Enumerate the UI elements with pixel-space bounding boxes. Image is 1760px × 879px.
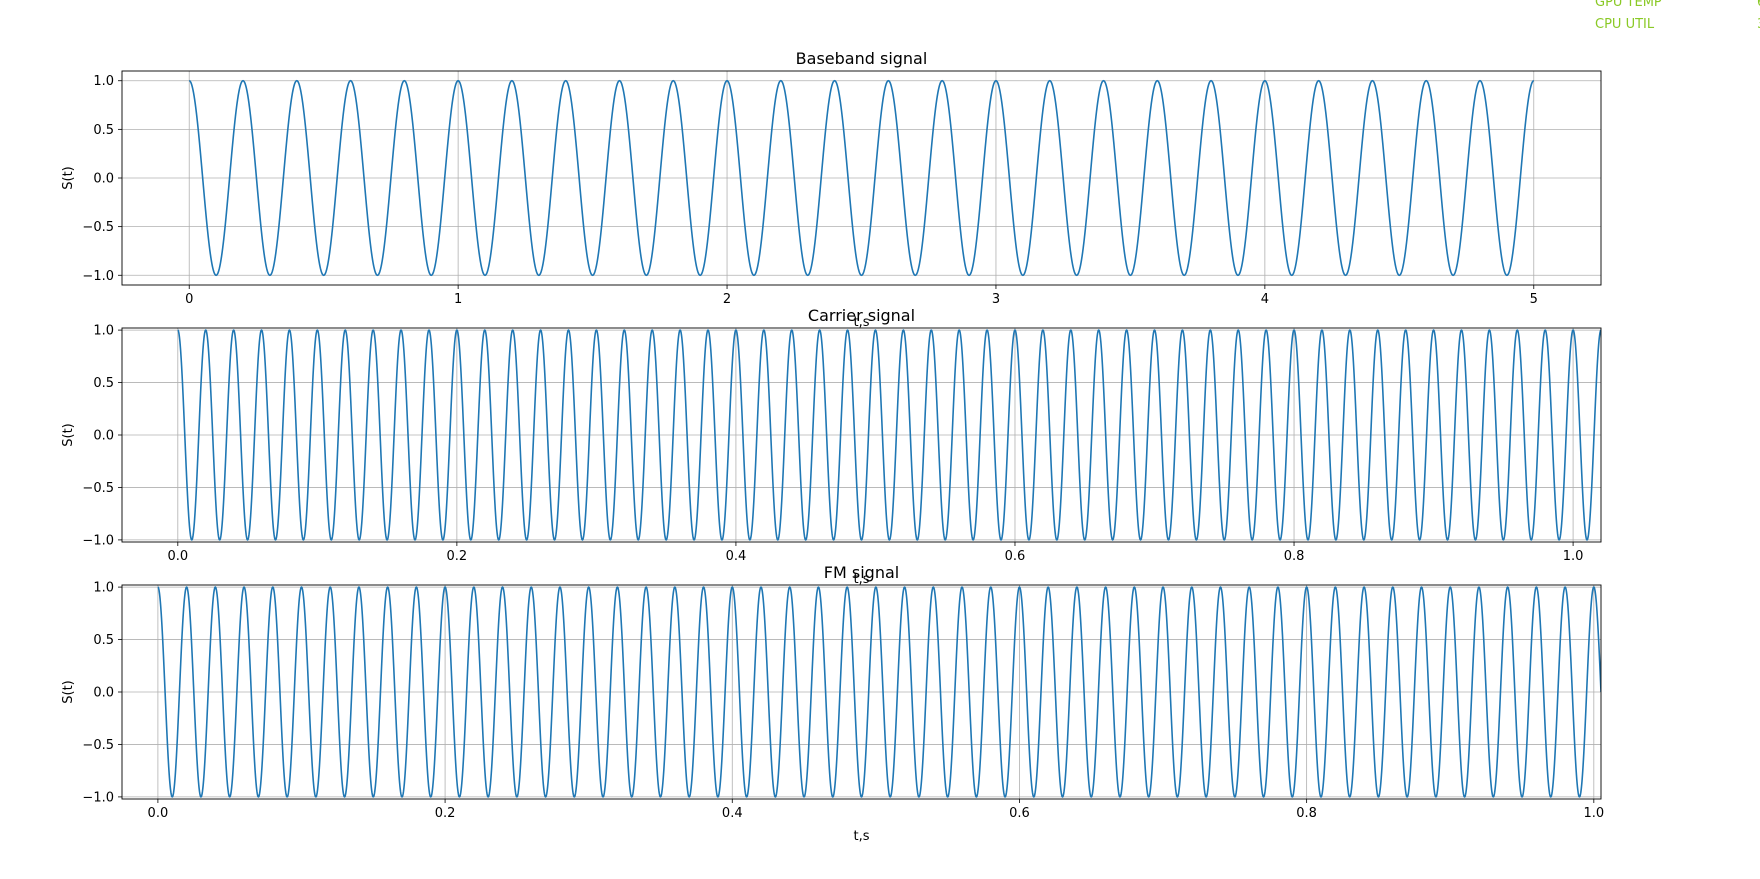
carrier-x-tick-label: 0.8 — [1284, 549, 1305, 564]
carrier-y-axis-label: S(t) — [61, 423, 76, 447]
baseband-y-tick-label: 0.5 — [93, 123, 114, 138]
fm-y-axis-label: S(t) — [61, 680, 76, 704]
carrier-x-tick-label: 0.2 — [447, 549, 468, 564]
fm-y-tick-label: 0.5 — [93, 633, 114, 648]
fm-x-axis-label: t,s — [853, 829, 869, 844]
fm-x-tick-label: 1.0 — [1583, 806, 1604, 821]
fm-x-tick-label: 0.0 — [148, 806, 169, 821]
baseband-x-tick-label: 4 — [1261, 292, 1269, 307]
fm-x-tick-label: 0.2 — [435, 806, 456, 821]
baseband-y-tick-label: 1.0 — [93, 74, 114, 89]
baseband-y-tick-label: 0.0 — [93, 172, 114, 187]
fm-x-tick-label: 0.6 — [1009, 806, 1030, 821]
baseband-x-tick-label: 0 — [185, 292, 193, 307]
baseband-y-axis-label: S(t) — [61, 166, 76, 190]
fm-y-tick-label: −0.5 — [82, 738, 114, 753]
baseband-y-tick-label: −0.5 — [82, 220, 114, 235]
fm-chart: 0.0 0.2 0.4 0.6 0.8 1.0 1.0 0.5 0.0 −0.5 −1.0 FM si… — [61, 563, 1604, 844]
carrier-chart: 0.0 0.2 0.4 0.6 0.8 1.0 1.0 0.5 0.0 −0.5 −1.0 Carri… — [61, 306, 1602, 587]
fm-x-tick-label: 0.4 — [722, 806, 743, 821]
carrier-y-tick-label: −1.0 — [82, 533, 114, 548]
carrier-chart-title: Carrier signal — [808, 306, 915, 325]
carrier-y-tick-label: 0.0 — [93, 429, 114, 444]
baseband-x-tick-label: 5 — [1530, 292, 1538, 307]
figure-canvas: 0 1 2 3 4 5 1.0 0.5 0.0 −0.5 −1.0 Baseband signal t,… — [61, 49, 1604, 844]
baseband-x-tick-label: 3 — [992, 292, 1000, 307]
carrier-x-tick-label: 0.4 — [726, 549, 747, 564]
carrier-y-tick-label: 1.0 — [93, 324, 114, 339]
carrier-x-tick-label: 0.0 — [167, 549, 188, 564]
baseband-x-tick-label: 2 — [723, 292, 731, 307]
baseband-chart: 0 1 2 3 4 51.00.50.0−0.5−1.0Baseband signalt,… — [61, 49, 1602, 330]
fm-y-tick-label: 0.0 — [93, 686, 114, 701]
carrier-y-tick-label: 0.5 — [93, 376, 114, 391]
carrier-y-tick-label: −0.5 — [82, 481, 114, 496]
fm-chart-title: FM signal — [824, 563, 899, 582]
baseband-x-tick-label: 1 — [454, 292, 462, 307]
fm-y-tick-label: 1.0 — [93, 581, 114, 596]
baseband-y-tick-label: −1.0 — [82, 269, 114, 284]
carrier-x-tick-label: 0.6 — [1005, 549, 1026, 564]
fm-y-tick-label: −1.0 — [82, 790, 114, 805]
carrier-x-tick-label: 1.0 — [1563, 549, 1584, 564]
fm-x-tick-label: 0.8 — [1296, 806, 1317, 821]
baseband-chart-title: Baseband signal — [796, 49, 928, 68]
